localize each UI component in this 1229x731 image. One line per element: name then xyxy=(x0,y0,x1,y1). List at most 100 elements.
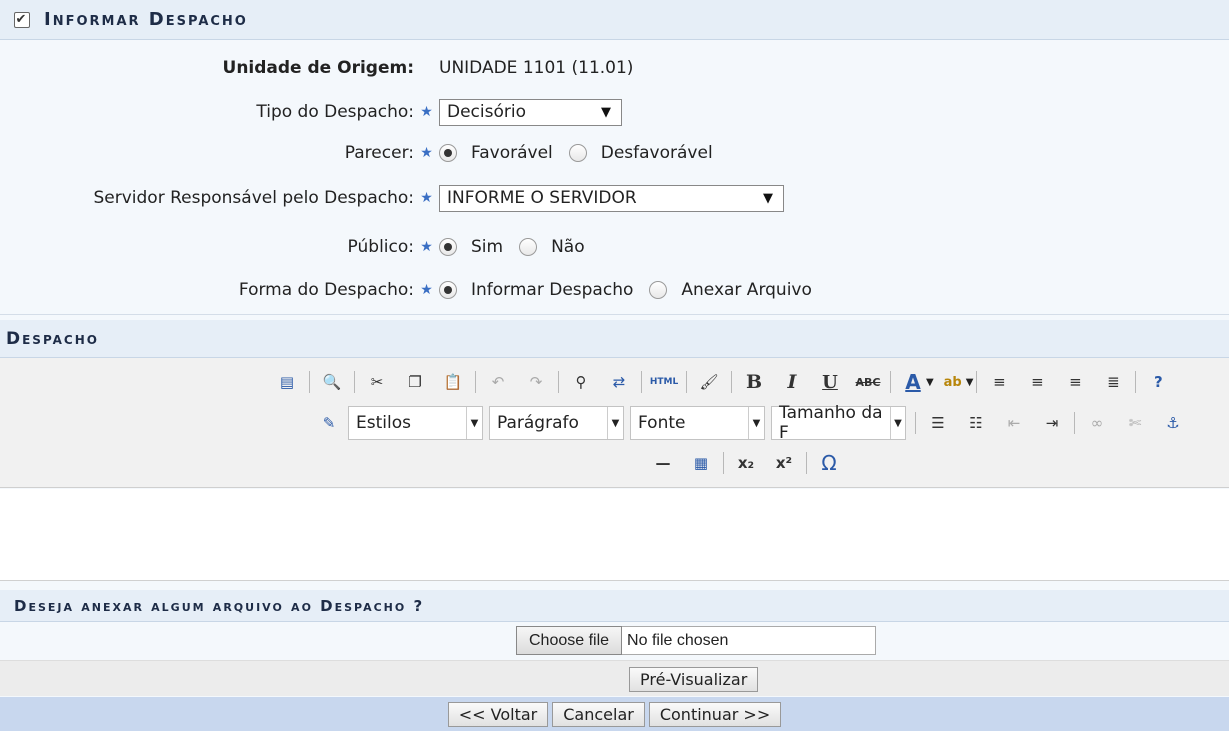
undo-icon[interactable]: ↶ xyxy=(485,369,511,395)
align-right-icon[interactable]: ≡ xyxy=(1062,369,1088,395)
special-char-icon[interactable]: Ω xyxy=(816,450,842,476)
publico-sim-label: Sim xyxy=(471,237,504,257)
preview-bar: Pré-Visualizar xyxy=(0,660,1229,696)
parecer-favoravel-radio[interactable] xyxy=(439,144,457,162)
find-icon[interactable]: ⚲ xyxy=(568,369,594,395)
tipo-label: Tipo do Despacho: xyxy=(256,102,414,122)
chevron-down-icon: ▼ xyxy=(748,407,764,439)
preview-icon[interactable]: 🔍 xyxy=(319,369,345,395)
servidor-select[interactable]: INFORME O SERVIDOR ▼ xyxy=(439,184,784,212)
header-title: Informar Despacho xyxy=(44,9,248,30)
size-combo[interactable]: Tamanho da F ▼ xyxy=(771,403,906,443)
table-icon[interactable]: ▦ xyxy=(688,450,714,476)
redo-icon[interactable]: ↷ xyxy=(523,369,549,395)
dropdown-arrow-icon: ▼ xyxy=(601,104,611,120)
indent-icon[interactable]: ⇥ xyxy=(1039,410,1065,436)
publico-sim-radio[interactable] xyxy=(439,238,457,256)
publico-label: Público: xyxy=(347,237,414,257)
eraser-icon[interactable]: ✎ xyxy=(316,410,342,436)
clean-format-icon[interactable]: 🖌 xyxy=(696,369,722,395)
publico-nao-radio[interactable] xyxy=(519,238,538,256)
outdent-icon[interactable]: ⇤ xyxy=(1001,410,1027,436)
parecer-favoravel-label: Favorável xyxy=(471,143,553,163)
publico-nao-label: Não xyxy=(551,237,585,257)
toolbar-row-2: ✎ Estilos ▼ Parágrafo ▼ Fonte ▼ Tamanho … xyxy=(310,403,1192,443)
file-status: No file chosen xyxy=(622,626,877,655)
numbered-list-icon[interactable]: ☷ xyxy=(963,410,989,436)
editor-toolbar: ▤ 🔍 ✂ ❐ 📋 ↶ ↷ ⚲ ⇄ HTML 🖌 B I U ABC A ▼ a… xyxy=(0,358,1229,488)
parecer-desfavoravel-radio[interactable] xyxy=(568,144,587,162)
back-button[interactable]: << Voltar xyxy=(447,701,549,727)
font-combo[interactable]: Fonte ▼ xyxy=(630,406,765,440)
toolbar-row-1: ▤ 🔍 ✂ ❐ 📋 ↶ ↷ ⚲ ⇄ HTML 🖌 B I U ABC A ▼ a… xyxy=(268,366,1177,398)
servidor-row: Servidor Responsável pelo Despacho: ★ IN… xyxy=(0,182,1229,214)
editor-area[interactable] xyxy=(0,489,1229,581)
help-icon[interactable]: ? xyxy=(1145,369,1171,395)
parecer-row: Parecer: ★ Favorável Desfavorável xyxy=(0,137,1229,169)
anchor-icon[interactable]: ⚓ xyxy=(1160,410,1186,436)
forma-anexar-label: Anexar Arquivo xyxy=(681,280,812,300)
despacho-header: Despacho xyxy=(0,320,1229,358)
checkbox-icon[interactable]: ✔ xyxy=(14,11,30,28)
unidade-row: Unidade de Origem: UNIDADE 1101 (11.01) xyxy=(0,52,1229,84)
unlink-icon[interactable]: ✄ xyxy=(1122,410,1148,436)
unidade-value: UNIDADE 1101 (11.01) xyxy=(439,58,634,78)
styles-combo-value: Estilos xyxy=(356,413,411,433)
servidor-select-value: INFORME O SERVIDOR xyxy=(447,188,637,208)
cut-icon[interactable]: ✂ xyxy=(364,369,390,395)
copy-icon[interactable]: ❐ xyxy=(402,369,428,395)
html-icon[interactable]: HTML xyxy=(650,369,678,395)
tipo-select[interactable]: Decisório ▼ xyxy=(439,98,622,126)
bold-icon[interactable]: B xyxy=(741,369,767,395)
parecer-label: Parecer: xyxy=(344,143,414,163)
text-color-icon[interactable]: A xyxy=(900,369,926,395)
cancel-button[interactable]: Cancelar xyxy=(552,701,645,727)
informar-despacho-page: ✔ Informar Despacho Unidade de Origem: U… xyxy=(0,0,1229,731)
despacho-title: Despacho xyxy=(6,328,99,349)
styles-combo[interactable]: Estilos ▼ xyxy=(348,406,483,440)
preview-button[interactable]: Pré-Visualizar xyxy=(629,667,759,692)
align-left-icon[interactable]: ≡ xyxy=(986,369,1012,395)
format-combo-value: Parágrafo xyxy=(497,413,579,433)
required-star-icon: ★ xyxy=(420,104,433,120)
size-combo-value: Tamanho da F xyxy=(779,403,883,443)
text-color-dropdown-icon[interactable]: ▼ xyxy=(926,377,934,388)
tipo-select-value: Decisório xyxy=(447,102,526,122)
subscript-icon[interactable]: x₂ xyxy=(733,450,759,476)
superscript-icon[interactable]: x² xyxy=(771,450,797,476)
toolbar-row-3: — ▦ x₂ x² Ω xyxy=(644,447,848,479)
bullet-list-icon[interactable]: ☰ xyxy=(925,410,951,436)
replace-icon[interactable]: ⇄ xyxy=(606,369,632,395)
unidade-label: Unidade de Origem: xyxy=(222,58,414,78)
align-center-icon[interactable]: ≡ xyxy=(1024,369,1050,395)
source-icon[interactable]: ▤ xyxy=(274,369,300,395)
horizontal-rule-icon[interactable]: — xyxy=(650,450,676,476)
underline-icon[interactable]: U xyxy=(817,369,843,395)
italic-icon[interactable]: I xyxy=(779,369,805,395)
chevron-down-icon: ▼ xyxy=(889,407,905,439)
choose-file-button[interactable]: Choose file xyxy=(516,626,623,655)
format-combo[interactable]: Parágrafo ▼ xyxy=(489,406,624,440)
align-justify-icon[interactable]: ≣ xyxy=(1100,369,1126,395)
dropdown-arrow-icon: ▼ xyxy=(763,190,773,206)
chevron-down-icon: ▼ xyxy=(607,407,623,439)
bg-color-icon[interactable]: ab xyxy=(940,369,966,395)
anexo-title: Deseja anexar algum arquivo ao Despacho … xyxy=(14,596,425,615)
bg-color-dropdown-icon[interactable]: ▼ xyxy=(966,377,974,388)
anexo-header: Deseja anexar algum arquivo ao Despacho … xyxy=(0,590,1229,622)
footer-bar: << Voltar Cancelar Continuar >> xyxy=(0,697,1229,731)
parecer-desfavoravel-label: Desfavorável xyxy=(600,143,713,163)
font-combo-value: Fonte xyxy=(638,413,686,433)
strikethrough-icon[interactable]: ABC xyxy=(855,369,881,395)
required-star-icon: ★ xyxy=(420,190,433,206)
servidor-label: Servidor Responsável pelo Despacho: xyxy=(93,188,414,208)
forma-row: Forma do Despacho: ★ Informar Despacho A… xyxy=(0,274,1229,306)
divider xyxy=(0,314,1229,315)
paste-icon[interactable]: 📋 xyxy=(440,369,466,395)
file-input[interactable]: Choose file No file chosen xyxy=(516,626,877,655)
publico-row: Público: ★ Sim Não xyxy=(0,231,1229,263)
forma-anexar-radio[interactable] xyxy=(649,281,668,299)
forma-informar-radio[interactable] xyxy=(439,281,457,299)
continue-button[interactable]: Continuar >> xyxy=(648,701,782,727)
link-icon[interactable]: ∞ xyxy=(1084,410,1110,436)
